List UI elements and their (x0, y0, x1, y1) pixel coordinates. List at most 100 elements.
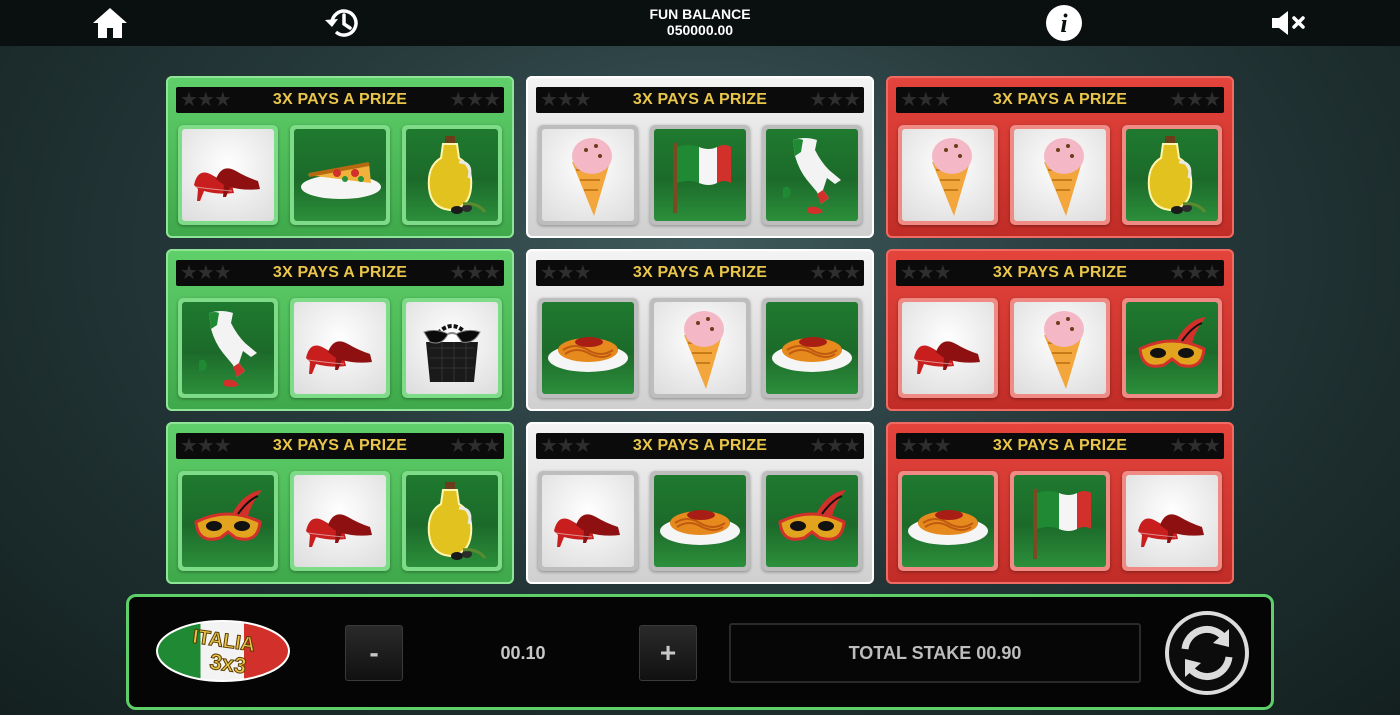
prize-banner: ★★★ 3X PAYS A PRIZE ★★★ (536, 87, 864, 113)
ice-cream-icon (1014, 302, 1106, 394)
symbol-tile[interactable] (762, 125, 862, 225)
italia-3x3-logo: ITALIA 3x3 (155, 619, 291, 683)
shoes-icon (902, 302, 994, 394)
prize-banner: ★★★ 3X PAYS A PRIZE ★★★ (896, 433, 1224, 459)
prize-banner: ★★★ 3X PAYS A PRIZE ★★★ (176, 260, 504, 286)
symbol-tile[interactable] (650, 125, 750, 225)
star-icon: ★★★ (1169, 89, 1221, 111)
olive-oil-icon (406, 129, 498, 221)
banner-text: 3X PAYS A PRIZE (992, 437, 1128, 454)
scratch-card-5[interactable]: ★★★ 3X PAYS A PRIZE ★★★ (526, 249, 874, 411)
symbol-tile[interactable] (402, 298, 502, 398)
banner-text: 3X PAYS A PRIZE (272, 437, 408, 454)
balance-label: FUN BALANCE (649, 6, 751, 22)
star-icon: ★★★ (900, 435, 952, 457)
symbol-tile[interactable] (762, 471, 862, 571)
star-icon: ★★★ (900, 89, 952, 111)
mask-icon (1126, 302, 1218, 394)
logo-line2: 3x3 (208, 649, 248, 679)
star-icon: ★★★ (449, 89, 501, 111)
decrease-stake-button[interactable]: - (345, 625, 403, 681)
banner-text: 3X PAYS A PRIZE (272, 264, 408, 281)
symbol-tile[interactable] (178, 471, 278, 571)
mute-icon[interactable] (1268, 4, 1308, 42)
olive-oil-icon (1126, 129, 1218, 221)
symbol-tile[interactable] (178, 125, 278, 225)
symbol-tile[interactable] (1122, 471, 1222, 571)
scratch-card-4[interactable]: ★★★ 3X PAYS A PRIZE ★★★ (166, 249, 514, 411)
symbol-tile[interactable] (898, 125, 998, 225)
stake-value: 00.10 (500, 643, 546, 663)
star-icon: ★★★ (809, 262, 861, 284)
banner-text: 3X PAYS A PRIZE (632, 437, 768, 454)
spaghetti-icon (542, 302, 634, 394)
symbol-tile[interactable] (1010, 471, 1110, 571)
symbol-tile[interactable] (898, 471, 998, 571)
star-icon: ★★★ (540, 89, 592, 111)
flag-icon (654, 129, 746, 221)
star-icon: ★★★ (540, 262, 592, 284)
ice-cream-icon (542, 129, 634, 221)
scratch-card-6[interactable]: ★★★ 3X PAYS A PRIZE ★★★ (886, 249, 1234, 411)
symbol-tile[interactable] (650, 298, 750, 398)
increase-stake-button[interactable]: + (639, 625, 697, 681)
map-icon (182, 302, 274, 394)
ice-cream-icon (1014, 129, 1106, 221)
symbol-tile[interactable] (538, 471, 638, 571)
star-icon: ★★★ (809, 89, 861, 111)
scratch-card-7[interactable]: ★★★ 3X PAYS A PRIZE ★★★ (166, 422, 514, 584)
symbol-tile[interactable] (1010, 298, 1110, 398)
total-stake-display: TOTAL STAKE 00.90 (729, 623, 1141, 683)
prize-banner: ★★★ 3X PAYS A PRIZE ★★★ (896, 260, 1224, 286)
symbol-tile[interactable] (1010, 125, 1110, 225)
symbol-tile[interactable] (898, 298, 998, 398)
symbol-tile[interactable] (762, 298, 862, 398)
history-icon[interactable] (322, 4, 362, 42)
ice-cream-icon (654, 302, 746, 394)
star-icon: ★★★ (540, 435, 592, 457)
prize-banner: ★★★ 3X PAYS A PRIZE ★★★ (536, 260, 864, 286)
olive-oil-icon (406, 475, 498, 567)
symbol-tile[interactable] (290, 125, 390, 225)
symbol-tile[interactable] (1122, 298, 1222, 398)
symbol-tile[interactable] (650, 471, 750, 571)
symbol-tile[interactable] (290, 471, 390, 571)
star-icon: ★★★ (180, 89, 232, 111)
star-icon: ★★★ (449, 435, 501, 457)
scratch-card-3[interactable]: ★★★ 3X PAYS A PRIZE ★★★ (886, 76, 1234, 238)
shoes-icon (182, 129, 274, 221)
scratch-card-8[interactable]: ★★★ 3X PAYS A PRIZE ★★★ (526, 422, 874, 584)
spaghetti-icon (654, 475, 746, 567)
mask-icon (766, 475, 858, 567)
mask-icon (182, 475, 274, 567)
symbol-tile[interactable] (538, 298, 638, 398)
symbol-tile[interactable] (538, 125, 638, 225)
banner-text: 3X PAYS A PRIZE (272, 91, 408, 108)
symbol-tile[interactable] (178, 298, 278, 398)
symbol-tile[interactable] (402, 125, 502, 225)
map-icon (766, 129, 858, 221)
banner-text: 3X PAYS A PRIZE (632, 264, 768, 281)
fun-balance: FUN BALANCE 050000.00 (600, 6, 800, 38)
prize-banner: ★★★ 3X PAYS A PRIZE ★★★ (536, 433, 864, 459)
symbol-tile[interactable] (1122, 125, 1222, 225)
scratch-card-1[interactable]: ★★★ 3X PAYS A PRIZE ★★★ (166, 76, 514, 238)
banner-text: 3X PAYS A PRIZE (992, 91, 1128, 108)
info-icon[interactable]: i (1044, 4, 1084, 42)
symbol-tile[interactable] (402, 471, 502, 571)
refresh-icon (1165, 611, 1249, 695)
flag-icon (1014, 475, 1106, 567)
star-icon: ★★★ (900, 262, 952, 284)
home-icon[interactable] (90, 4, 130, 42)
shoes-icon (542, 475, 634, 567)
prize-banner: ★★★ 3X PAYS A PRIZE ★★★ (176, 433, 504, 459)
svg-text:i: i (1060, 9, 1068, 38)
star-icon: ★★★ (1169, 435, 1221, 457)
play-button[interactable] (1163, 609, 1251, 697)
star-icon: ★★★ (180, 262, 232, 284)
star-icon: ★★★ (180, 435, 232, 457)
symbol-tile[interactable] (290, 298, 390, 398)
shoes-icon (294, 302, 386, 394)
scratch-card-9[interactable]: ★★★ 3X PAYS A PRIZE ★★★ (886, 422, 1234, 584)
scratch-card-2[interactable]: ★★★ 3X PAYS A PRIZE ★★★ (526, 76, 874, 238)
